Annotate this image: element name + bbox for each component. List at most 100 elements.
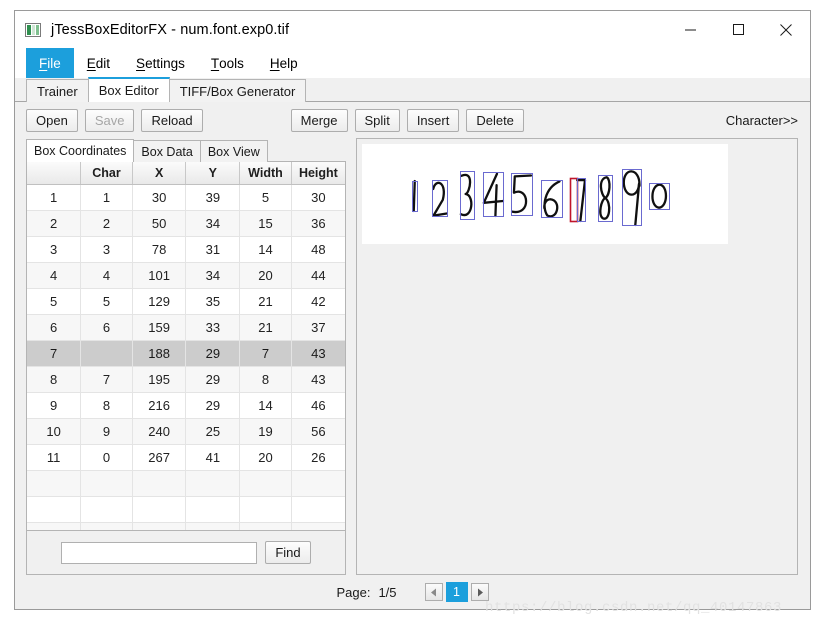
- cell-index[interactable]: 1: [27, 184, 82, 211]
- cell-x[interactable]: 195: [132, 366, 187, 393]
- cell-x[interactable]: 129: [132, 288, 187, 315]
- maximize-icon[interactable]: [714, 11, 762, 48]
- current-page-button[interactable]: 1: [445, 582, 468, 602]
- tab-box-coordinates[interactable]: Box Coordinates: [26, 139, 135, 162]
- table-row[interactable]: 6 6 159 33 21 37: [27, 314, 345, 341]
- cell-x[interactable]: 267: [132, 444, 187, 471]
- cell-height[interactable]: 56: [291, 418, 345, 445]
- cell-char[interactable]: 8: [80, 392, 133, 419]
- column-header-x[interactable]: X: [132, 162, 187, 185]
- tab-tiff-box-generator[interactable]: TIFF/Box Generator: [168, 79, 307, 102]
- cell-index[interactable]: 4: [27, 262, 82, 289]
- cell-index[interactable]: 11: [27, 444, 82, 471]
- cell-width[interactable]: [239, 470, 292, 497]
- cell-char[interactable]: 4: [80, 262, 133, 289]
- cell-char[interactable]: [80, 496, 133, 523]
- cell-width[interactable]: [239, 522, 292, 530]
- cell-index[interactable]: 3: [27, 236, 82, 263]
- cell-x[interactable]: 50: [132, 210, 187, 237]
- tab-box-view[interactable]: Box View: [199, 140, 268, 162]
- tab-box-data[interactable]: Box Data: [133, 140, 201, 162]
- table-row[interactable]: 3 3 78 31 14 48: [27, 236, 345, 263]
- cell-width[interactable]: 15: [239, 210, 292, 237]
- cell-char[interactable]: 5: [80, 288, 133, 315]
- cell-y[interactable]: [185, 496, 241, 523]
- reload-button[interactable]: Reload: [141, 108, 203, 132]
- cell-y[interactable]: 29: [185, 340, 241, 367]
- table-row[interactable]: [27, 522, 345, 530]
- column-header-char[interactable]: Char: [80, 162, 133, 185]
- cell-width[interactable]: 20: [239, 444, 292, 471]
- cell-height[interactable]: [291, 470, 345, 497]
- cell-x[interactable]: [132, 496, 187, 523]
- table-row[interactable]: 4 4 101 34 20 44: [27, 262, 345, 289]
- cell-y[interactable]: 41: [185, 444, 241, 471]
- table-row[interactable]: 9 8 216 29 14 46: [27, 392, 345, 419]
- cell-height[interactable]: 48: [291, 236, 345, 263]
- search-input[interactable]: [61, 541, 258, 564]
- cell-width[interactable]: 5: [239, 184, 292, 211]
- cell-x[interactable]: [132, 522, 187, 530]
- cell-char[interactable]: 0: [80, 444, 133, 471]
- table-row[interactable]: [27, 496, 345, 523]
- cell-y[interactable]: 33: [185, 314, 241, 341]
- cell-width[interactable]: 21: [239, 288, 292, 315]
- table-row[interactable]: 7 188 29 7 43: [27, 340, 345, 367]
- column-header-y[interactable]: Y: [185, 162, 241, 185]
- tab-box-editor[interactable]: Box Editor: [87, 77, 170, 102]
- cell-index[interactable]: 5: [27, 288, 82, 315]
- find-button[interactable]: Find: [265, 541, 311, 564]
- cell-x[interactable]: 30: [132, 184, 187, 211]
- cell-char[interactable]: 9: [80, 418, 133, 445]
- cell-y[interactable]: [185, 470, 241, 497]
- cell-height[interactable]: 26: [291, 444, 345, 471]
- cell-y[interactable]: 25: [185, 418, 241, 445]
- cell-height[interactable]: 36: [291, 210, 345, 237]
- image-preview-pane[interactable]: [356, 138, 798, 575]
- menu-item-settings[interactable]: Settings: [123, 48, 198, 78]
- selected-box-rect[interactable]: [569, 177, 579, 223]
- next-page-icon[interactable]: [470, 583, 489, 601]
- cell-width[interactable]: 8: [239, 366, 292, 393]
- cell-width[interactable]: 14: [239, 236, 292, 263]
- cell-y[interactable]: 34: [185, 210, 241, 237]
- cell-y[interactable]: [185, 522, 241, 530]
- cell-x[interactable]: 240: [132, 418, 187, 445]
- cell-index[interactable]: [27, 470, 82, 497]
- cell-char[interactable]: [80, 340, 133, 367]
- cell-char[interactable]: 3: [80, 236, 133, 263]
- prev-page-icon[interactable]: [424, 583, 443, 601]
- cell-index[interactable]: 10: [27, 418, 82, 445]
- minimize-icon[interactable]: [666, 11, 714, 48]
- split-button[interactable]: Split: [354, 108, 400, 132]
- cell-height[interactable]: 30: [291, 184, 345, 211]
- cell-y[interactable]: 29: [185, 366, 241, 393]
- cell-index[interactable]: 2: [27, 210, 82, 237]
- cell-char[interactable]: 2: [80, 210, 133, 237]
- insert-button[interactable]: Insert: [406, 108, 460, 132]
- tab-trainer[interactable]: Trainer: [26, 79, 89, 102]
- tiff-image-canvas[interactable]: [362, 144, 728, 244]
- column-header-width[interactable]: Width: [239, 162, 292, 185]
- table-row[interactable]: 5 5 129 35 21 42: [27, 288, 345, 315]
- cell-char[interactable]: 6: [80, 314, 133, 341]
- cell-height[interactable]: 44: [291, 262, 345, 289]
- cell-y[interactable]: 35: [185, 288, 241, 315]
- cell-char[interactable]: 7: [80, 366, 133, 393]
- cell-x[interactable]: 101: [132, 262, 187, 289]
- cell-height[interactable]: 42: [291, 288, 345, 315]
- cell-index[interactable]: [27, 522, 82, 530]
- cell-height[interactable]: 43: [291, 340, 345, 367]
- table-row[interactable]: 2 2 50 34 15 36: [27, 210, 345, 237]
- table-row[interactable]: [27, 470, 345, 497]
- cell-width[interactable]: 7: [239, 340, 292, 367]
- cell-x[interactable]: 216: [132, 392, 187, 419]
- cell-char[interactable]: [80, 522, 133, 530]
- column-header-height[interactable]: Height: [291, 162, 345, 185]
- cell-height[interactable]: 46: [291, 392, 345, 419]
- cell-y[interactable]: 31: [185, 236, 241, 263]
- cell-x[interactable]: 188: [132, 340, 187, 367]
- cell-height[interactable]: [291, 496, 345, 523]
- cell-height[interactable]: [291, 522, 345, 530]
- menu-item-file[interactable]: File: [26, 48, 74, 78]
